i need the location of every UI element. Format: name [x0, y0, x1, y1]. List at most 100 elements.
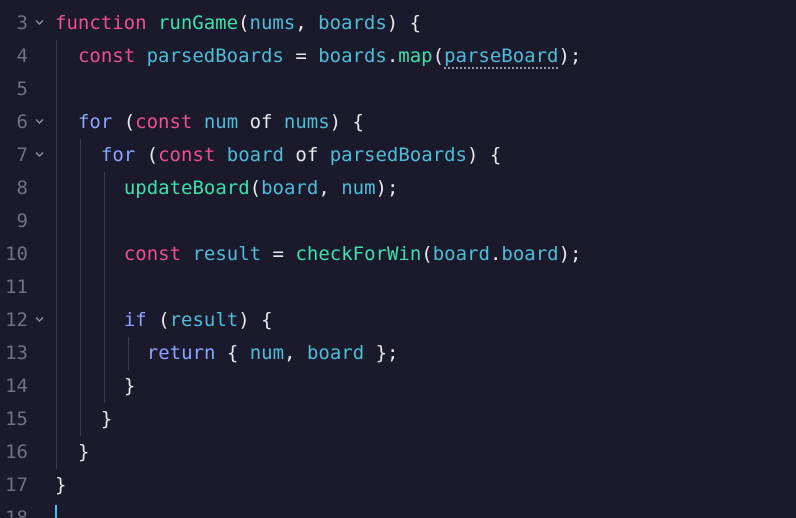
chevron-down-icon[interactable] [34, 106, 48, 139]
code-token: boards [318, 12, 387, 34]
code-token: num [249, 342, 285, 364]
code-token: board [226, 144, 284, 166]
code-line[interactable]: 15} [0, 403, 796, 436]
code-line[interactable]: 14} [0, 370, 796, 403]
code-token: ); [558, 45, 582, 67]
code-token: ) { [238, 309, 273, 331]
code-token: = [261, 243, 296, 265]
code-line[interactable]: 7 for (const board of parsedBoards) { [0, 139, 796, 172]
code-token: ) { [329, 111, 364, 133]
code-token: map [398, 45, 433, 67]
line-number: 13 [5, 342, 28, 364]
code-token: board [306, 342, 365, 364]
code-token: const [158, 144, 216, 166]
line-number: 5 [16, 78, 28, 100]
code-token: { [215, 342, 250, 364]
code-line[interactable]: 17} [0, 469, 796, 502]
line-number: 12 [5, 309, 28, 331]
line-number: 10 [5, 243, 28, 265]
text-cursor [55, 505, 57, 518]
code-text: updateBoard(board, num); [124, 172, 399, 205]
code-token: updateBoard [123, 177, 250, 199]
code-token: , [318, 177, 342, 199]
code-token: const [135, 111, 193, 133]
code-token: ( [238, 12, 250, 34]
line-number: 8 [16, 177, 28, 199]
line-number: 9 [16, 210, 28, 232]
code-token: for [77, 111, 113, 133]
chevron-down-icon[interactable] [34, 139, 48, 172]
code-token: } [123, 375, 136, 397]
code-text: function runGame(nums, boards) { [55, 7, 421, 40]
code-token: ); [558, 243, 582, 265]
code-token: ); [375, 177, 399, 199]
code-text: for (const board of parsedBoards) { [101, 139, 501, 172]
code-token: checkForWin [295, 243, 422, 265]
code-token: ( [249, 177, 262, 199]
code-token: result [169, 309, 239, 331]
code-line[interactable]: 12 if (result) { [0, 304, 796, 337]
code-token: } [77, 441, 90, 463]
indent-guide [128, 337, 129, 370]
code-token: ) { [467, 144, 502, 166]
code-text: } [55, 469, 66, 502]
code-token: nums [249, 12, 296, 34]
code-line[interactable]: 18 [0, 502, 796, 518]
code-text: const result = checkForWin(board.board); [124, 238, 582, 271]
line-number: 3 [16, 12, 28, 34]
line-number: 4 [16, 45, 28, 67]
code-token: } [100, 408, 113, 430]
code-token: , [295, 12, 319, 34]
chevron-down-icon[interactable] [34, 304, 48, 337]
code-text: const parsedBoards = boards.map(parseBoa… [78, 40, 581, 73]
code-token: = [283, 45, 319, 67]
code-token: runGame [157, 12, 239, 34]
line-number: 18 [5, 507, 28, 518]
code-line[interactable]: 3 function runGame(nums, boards) { [0, 7, 796, 40]
code-token: result [192, 243, 262, 265]
line-number: 16 [5, 441, 28, 463]
line-number: 14 [5, 375, 28, 397]
code-line[interactable]: 8 updateBoard(board, num); [0, 172, 796, 205]
indent-guide [104, 172, 105, 403]
code-token: const [77, 45, 136, 67]
code-line[interactable]: 11 [0, 271, 796, 304]
code-text: for (const num of nums) { [78, 106, 364, 139]
code-line[interactable]: 10 const result = checkForWin(board.board… [0, 238, 796, 271]
code-token: ( [112, 111, 136, 133]
code-token: for [100, 144, 136, 166]
line-number: 6 [16, 111, 28, 133]
code-token: ( [432, 45, 445, 67]
code-token: } [55, 474, 67, 496]
code-token: board [432, 243, 490, 265]
code-token: board [501, 243, 559, 265]
code-token: . [489, 243, 502, 265]
code-token: , [284, 342, 307, 364]
code-line[interactable]: 13 return { num, board }; [0, 337, 796, 370]
code-token: return [146, 342, 216, 364]
code-token: . [386, 45, 399, 67]
line-number: 17 [5, 474, 28, 496]
code-token: parseBoard [444, 45, 559, 67]
code-token: }; [364, 342, 399, 364]
code-text: } [124, 370, 135, 403]
code-line[interactable]: 9 [0, 205, 796, 238]
code-line[interactable]: 16} [0, 436, 796, 469]
code-line[interactable]: 4 const parsedBoards = boards.map(parseBo… [0, 40, 796, 73]
code-token: ) { [386, 12, 422, 34]
code-token: num [203, 111, 239, 133]
code-token: of [238, 111, 284, 133]
code-token: ( [146, 309, 170, 331]
code-text: } [78, 436, 89, 469]
chevron-down-icon[interactable] [34, 7, 48, 40]
code-line[interactable]: 6 for (const num of nums) { [0, 106, 796, 139]
code-token: num [341, 177, 376, 199]
code-editor[interactable]: 3 function runGame(nums, boards) { 4 const … [0, 0, 796, 518]
code-token: ( [135, 144, 159, 166]
code-token: nums [283, 111, 330, 133]
code-token: board [261, 177, 319, 199]
line-number: 15 [5, 408, 28, 430]
code-line[interactable]: 5 [0, 73, 796, 106]
